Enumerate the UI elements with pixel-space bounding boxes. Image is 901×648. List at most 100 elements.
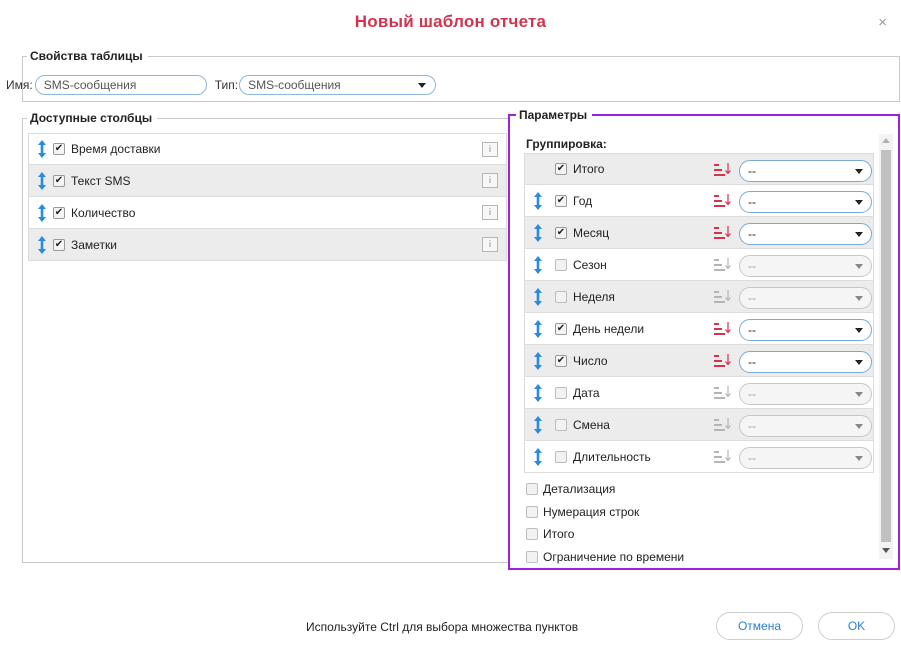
drag-handle-icon[interactable] <box>533 223 543 242</box>
column-checkbox[interactable]: ✔ <box>53 238 65 251</box>
drag-handle-icon[interactable] <box>37 171 47 190</box>
option-checkbox[interactable] <box>526 528 538 541</box>
sort-order-icon[interactable] <box>714 322 731 336</box>
chevron-down-icon <box>855 456 863 461</box>
chevron-down-icon <box>855 296 863 301</box>
grouping-checkbox[interactable] <box>555 450 567 463</box>
option-item[interactable]: Ограничение по времени <box>526 546 684 569</box>
column-checkbox[interactable]: ✔ <box>53 174 65 187</box>
info-icon[interactable]: ⅰ <box>482 173 498 188</box>
grouping-checkbox[interactable] <box>555 386 567 399</box>
drag-handle-icon[interactable] <box>37 140 47 158</box>
sort-select[interactable]: -- <box>739 415 872 437</box>
sort-order-icon[interactable] <box>714 386 731 400</box>
info-icon[interactable]: ⅰ <box>482 237 498 252</box>
grouping-label: Сезон <box>573 257 607 272</box>
drag-handle-icon[interactable] <box>533 319 543 338</box>
column-checkbox[interactable]: ✔ <box>53 143 65 155</box>
list-item[interactable]: ✔ Время доставки ⅰ <box>28 133 507 165</box>
name-input-value: SMS-сообщения <box>43 78 137 92</box>
option-checkbox[interactable] <box>526 483 538 496</box>
sort-order-icon[interactable] <box>714 226 731 240</box>
grouping-row[interactable]: ✔ Число -- <box>524 345 874 377</box>
column-checkbox[interactable]: ✔ <box>53 206 65 219</box>
sort-order-icon[interactable] <box>714 163 731 177</box>
list-item[interactable]: ✔ Количество ⅰ <box>28 197 507 229</box>
grouping-row[interactable]: Дата -- <box>524 377 874 409</box>
drag-handle-icon[interactable] <box>533 255 543 274</box>
sort-select-value: -- <box>748 387 756 401</box>
option-item[interactable]: Итого <box>526 523 684 546</box>
drag-handle-icon[interactable] <box>533 287 543 306</box>
available-columns-legend: Доступные столбцы <box>30 111 153 125</box>
sort-select[interactable]: -- <box>739 191 872 213</box>
list-item[interactable]: ✔ Текст SMS ⅰ <box>28 165 507 197</box>
grouping-checkbox[interactable]: ✔ <box>555 163 567 175</box>
info-icon[interactable]: ⅰ <box>482 142 498 157</box>
sort-order-icon[interactable] <box>714 194 731 208</box>
grouping-row[interactable]: Сезон -- <box>524 249 874 281</box>
grouping-row[interactable]: ✔ День недели -- <box>524 313 874 345</box>
grouping-label: Длительность <box>573 449 651 464</box>
option-label: Итого <box>543 527 575 542</box>
cancel-button[interactable]: Отмена <box>716 612 803 640</box>
option-item[interactable]: Детализация <box>526 478 684 501</box>
grouping-checkbox[interactable]: ✔ <box>555 354 567 367</box>
info-icon[interactable]: ⅰ <box>482 205 498 220</box>
scrollbar-thumb[interactable] <box>881 150 891 542</box>
drag-handle-icon[interactable] <box>37 203 47 222</box>
sort-select[interactable]: -- <box>739 351 872 373</box>
grouping-row[interactable]: Длительность -- <box>524 441 874 473</box>
chevron-down-icon <box>855 328 863 333</box>
option-item[interactable]: Нумерация строк <box>526 501 684 524</box>
drag-handle-icon[interactable] <box>533 351 543 370</box>
type-select[interactable]: SMS-сообщения <box>239 75 437 95</box>
sort-select[interactable]: -- <box>739 287 872 309</box>
sort-order-icon[interactable] <box>714 290 731 304</box>
drag-handle-icon[interactable] <box>533 383 543 402</box>
table-properties-legend: Свойства таблицы <box>30 49 143 63</box>
sort-select[interactable]: -- <box>739 160 872 182</box>
parameters-legend: Параметры <box>519 108 588 122</box>
close-icon[interactable]: × <box>878 14 887 31</box>
sort-order-icon[interactable] <box>714 418 731 432</box>
option-checkbox[interactable] <box>526 550 538 563</box>
grouping-row[interactable]: ✔ Месяц -- <box>524 217 874 249</box>
grouping-row[interactable]: ✔ Итого -- <box>524 153 874 185</box>
chevron-down-icon <box>855 392 863 397</box>
grouping-checkbox[interactable]: ✔ <box>555 194 567 207</box>
chevron-down-icon <box>418 83 427 88</box>
grouping-row[interactable]: Смена -- <box>524 409 874 441</box>
grouping-checkbox[interactable]: ✔ <box>555 322 567 335</box>
drag-handle-icon[interactable] <box>533 191 543 210</box>
name-input[interactable]: SMS-сообщения <box>34 75 207 95</box>
sort-select[interactable]: -- <box>739 223 872 245</box>
name-label: Имя: <box>6 78 33 92</box>
params-scrollbar[interactable] <box>879 134 893 559</box>
list-item[interactable]: ✔ Заметки ⅰ <box>28 229 507 261</box>
column-label: Время доставки <box>71 142 161 156</box>
ok-button[interactable]: OK <box>818 612 895 640</box>
chevron-down-icon <box>855 424 863 429</box>
option-checkbox[interactable] <box>526 505 538 518</box>
column-label: Количество <box>71 205 136 220</box>
drag-handle-icon[interactable] <box>37 235 47 254</box>
sort-order-icon[interactable] <box>714 258 731 272</box>
sort-select[interactable]: -- <box>739 319 872 341</box>
grouping-row[interactable]: ✔ Год -- <box>524 185 874 217</box>
grouping-checkbox[interactable] <box>555 258 567 271</box>
sort-select[interactable]: -- <box>739 255 872 277</box>
grouping-checkbox[interactable] <box>555 290 567 303</box>
grouping-row[interactable]: Неделя -- <box>524 281 874 313</box>
grouping-checkbox[interactable] <box>555 418 567 431</box>
sort-select[interactable]: -- <box>739 383 872 405</box>
scroll-up-icon[interactable] <box>882 138 890 143</box>
scroll-down-icon[interactable] <box>882 548 890 553</box>
sort-order-icon[interactable] <box>714 354 731 368</box>
sort-order-icon[interactable] <box>714 450 731 464</box>
table-properties-row: Имя: SMS-сообщения Тип: SMS-сообщения <box>6 75 437 95</box>
drag-handle-icon[interactable] <box>533 415 543 434</box>
grouping-checkbox[interactable]: ✔ <box>555 226 567 239</box>
sort-select[interactable]: -- <box>739 447 872 469</box>
drag-handle-icon[interactable] <box>533 447 543 466</box>
